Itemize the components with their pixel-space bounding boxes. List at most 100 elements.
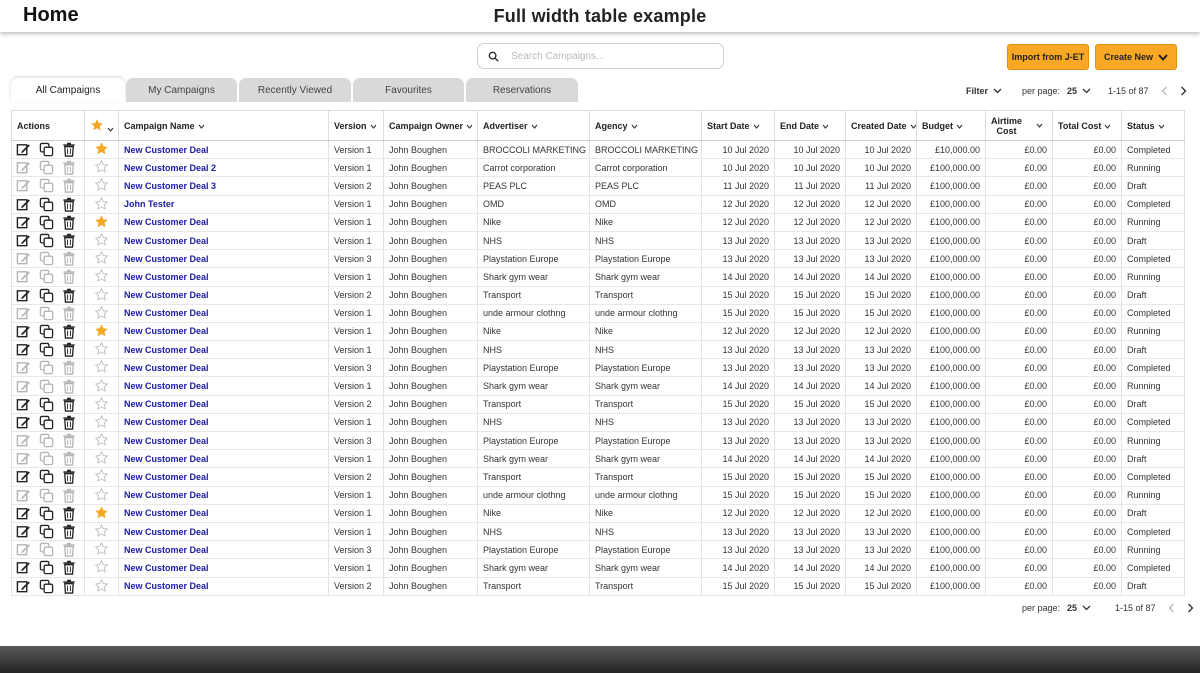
star-outline-icon[interactable]	[94, 250, 109, 267]
next-page-icon[interactable]	[1180, 86, 1187, 96]
delete-icon[interactable]	[62, 397, 77, 412]
star-outline-icon[interactable]	[94, 232, 109, 249]
campaign-link[interactable]: New Customer Deal	[124, 272, 209, 282]
col-created-date[interactable]: Created Date	[845, 110, 917, 141]
delete-icon[interactable]	[62, 306, 77, 321]
col-status[interactable]: Status	[1121, 110, 1185, 141]
edit-icon[interactable]	[16, 524, 31, 539]
edit-icon[interactable]	[16, 233, 31, 248]
col-budget[interactable]: Budget	[916, 110, 986, 141]
copy-icon[interactable]	[39, 469, 54, 484]
filter-control[interactable]: Filter	[966, 83, 1002, 99]
edit-icon[interactable]	[16, 469, 31, 484]
copy-icon[interactable]	[39, 451, 54, 466]
edit-icon[interactable]	[16, 451, 31, 466]
campaign-link[interactable]: John Tester	[124, 199, 174, 209]
delete-icon[interactable]	[62, 288, 77, 303]
edit-icon[interactable]	[16, 560, 31, 575]
col-start-date[interactable]: Start Date	[701, 110, 775, 141]
edit-icon[interactable]	[16, 379, 31, 394]
copy-icon[interactable]	[39, 215, 54, 230]
star-outline-icon[interactable]	[94, 177, 109, 194]
create-new-button[interactable]: Create New	[1095, 44, 1177, 70]
edit-icon[interactable]	[16, 542, 31, 557]
delete-icon[interactable]	[62, 142, 77, 157]
search-input[interactable]	[511, 50, 711, 62]
star-outline-icon[interactable]	[94, 523, 109, 540]
tab-favourites[interactable]: Favourites	[353, 78, 464, 102]
star-outline-icon[interactable]	[94, 414, 109, 431]
delete-icon[interactable]	[62, 524, 77, 539]
delete-icon[interactable]	[62, 415, 77, 430]
copy-icon[interactable]	[39, 379, 54, 394]
edit-icon[interactable]	[16, 324, 31, 339]
copy-icon[interactable]	[39, 288, 54, 303]
col-total-cost[interactable]: Total Cost	[1052, 110, 1122, 141]
campaign-link[interactable]: New Customer Deal	[124, 508, 209, 518]
edit-icon[interactable]	[16, 178, 31, 193]
copy-icon[interactable]	[39, 269, 54, 284]
copy-icon[interactable]	[39, 178, 54, 193]
campaign-link[interactable]: New Customer Deal	[124, 326, 209, 336]
delete-icon[interactable]	[62, 469, 77, 485]
campaign-link[interactable]: New Customer Deal	[124, 417, 209, 427]
delete-icon[interactable]	[62, 488, 77, 503]
copy-icon[interactable]	[39, 197, 54, 212]
col-end-date[interactable]: End Date	[774, 110, 846, 141]
campaign-link[interactable]: New Customer Deal	[124, 472, 209, 482]
tab-all-campaigns[interactable]: All Campaigns	[11, 78, 125, 102]
campaign-link[interactable]: New Customer Deal	[124, 236, 209, 246]
copy-icon[interactable]	[39, 433, 54, 448]
star-outline-icon[interactable]	[94, 559, 109, 576]
edit-icon[interactable]	[16, 360, 31, 375]
delete-icon[interactable]	[62, 269, 77, 285]
star-outline-icon[interactable]	[94, 396, 109, 413]
campaign-link[interactable]: New Customer Deal 2	[124, 163, 216, 173]
edit-icon[interactable]	[16, 397, 31, 412]
copy-icon[interactable]	[39, 579, 54, 594]
copy-icon[interactable]	[39, 306, 54, 321]
tab-reservations[interactable]: Reservations	[466, 78, 578, 102]
campaign-link[interactable]: New Customer Deal	[124, 363, 209, 373]
edit-icon[interactable]	[16, 142, 31, 157]
search-box[interactable]	[477, 43, 724, 69]
star-filled-icon[interactable]	[94, 323, 109, 340]
copy-icon[interactable]	[39, 160, 54, 175]
star-filled-icon[interactable]	[94, 141, 109, 158]
delete-icon[interactable]	[62, 197, 77, 212]
copy-icon[interactable]	[39, 360, 54, 375]
campaign-link[interactable]: New Customer Deal	[124, 145, 209, 155]
import-button[interactable]: Import from J-ET	[1007, 44, 1089, 70]
campaign-link[interactable]: New Customer Deal	[124, 217, 209, 227]
edit-icon[interactable]	[16, 251, 31, 266]
edit-icon[interactable]	[16, 488, 31, 503]
edit-icon[interactable]	[16, 215, 31, 230]
delete-icon[interactable]	[62, 506, 77, 521]
star-filled-icon[interactable]	[94, 505, 109, 522]
delete-icon[interactable]	[62, 560, 77, 576]
col-airtime-cost[interactable]: Airtime Cost	[985, 110, 1053, 141]
star-outline-icon[interactable]	[94, 468, 109, 485]
next-page-icon[interactable]	[1187, 603, 1194, 613]
delete-icon[interactable]	[62, 360, 77, 376]
delete-icon[interactable]	[62, 579, 77, 594]
star-outline-icon[interactable]	[94, 359, 109, 376]
copy-icon[interactable]	[39, 524, 54, 539]
copy-icon[interactable]	[39, 415, 54, 430]
campaign-link[interactable]: New Customer Deal	[124, 436, 209, 446]
edit-icon[interactable]	[16, 506, 31, 521]
star-outline-icon[interactable]	[94, 196, 109, 213]
campaign-link[interactable]: New Customer Deal	[124, 527, 209, 537]
copy-icon[interactable]	[39, 142, 54, 157]
delete-icon[interactable]	[62, 178, 77, 194]
campaign-link[interactable]: New Customer Deal	[124, 581, 209, 591]
copy-icon[interactable]	[39, 251, 54, 266]
col-advertiser[interactable]: Advertiser	[477, 110, 590, 141]
edit-icon[interactable]	[16, 306, 31, 321]
edit-icon[interactable]	[16, 415, 31, 430]
star-outline-icon[interactable]	[94, 378, 109, 395]
copy-icon[interactable]	[39, 324, 54, 339]
copy-icon[interactable]	[39, 488, 54, 503]
star-outline-icon[interactable]	[94, 578, 109, 595]
tab-my-campaigns[interactable]: My Campaigns	[126, 78, 237, 102]
